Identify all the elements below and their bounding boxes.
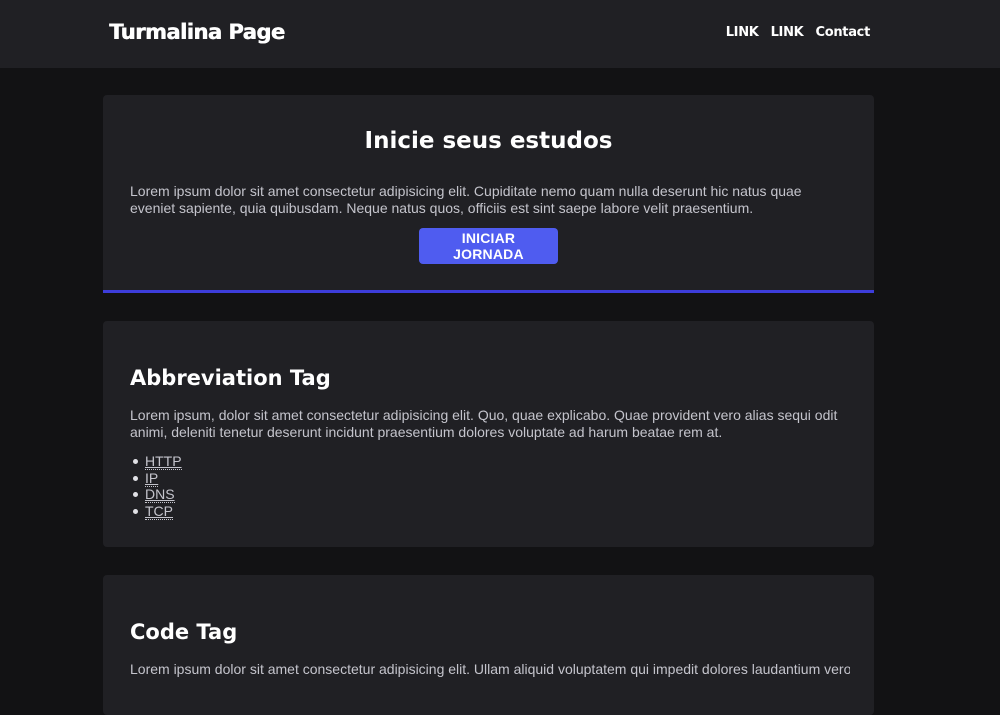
section-text: Lorem ipsum dolor sit amet consectetur a… (130, 661, 850, 677)
nav-link-contact[interactable]: Contact (815, 25, 870, 40)
abbreviation-section: Abbreviation Tag Lorem ipsum, dolor sit … (103, 321, 874, 547)
abbr-ip[interactable]: IP (145, 469, 159, 487)
abbreviation-list: HTTP IP DNS TCP (130, 453, 182, 520)
hero-text: Lorem ipsum dolor sit amet consectetur a… (130, 183, 802, 216)
section-text: Lorem ipsum, dolor sit amet consectetur … (130, 407, 838, 440)
hero-title: Inicie seus estudos (364, 128, 613, 154)
nav-link-2[interactable]: LINK (771, 25, 804, 40)
nav-link-1[interactable]: LINK (726, 25, 759, 40)
main-nav: LINK LINK Contact (726, 25, 871, 40)
abbr-dns[interactable]: DNS (145, 486, 175, 503)
section-title: Abbreviation Tag (130, 366, 331, 390)
list-item: TCP (130, 502, 182, 520)
code-section: Code Tag Lorem ipsum dolor sit amet cons… (103, 575, 874, 715)
section-title: Code Tag (130, 620, 238, 644)
abbr-http[interactable]: HTTP (145, 453, 182, 470)
brand-logo[interactable]: Turmalina Page (109, 20, 285, 44)
list-item: IP (130, 469, 182, 487)
list-item: DNS (130, 486, 182, 503)
hero-card: Inicie seus estudos Lorem ipsum dolor si… (103, 95, 874, 293)
top-navbar: Turmalina Page LINK LINK Contact (0, 0, 1000, 68)
start-journey-button[interactable]: INICIAR JORNADA (419, 228, 558, 264)
list-item: HTTP (130, 453, 182, 470)
abbr-tcp[interactable]: TCP (145, 502, 173, 520)
